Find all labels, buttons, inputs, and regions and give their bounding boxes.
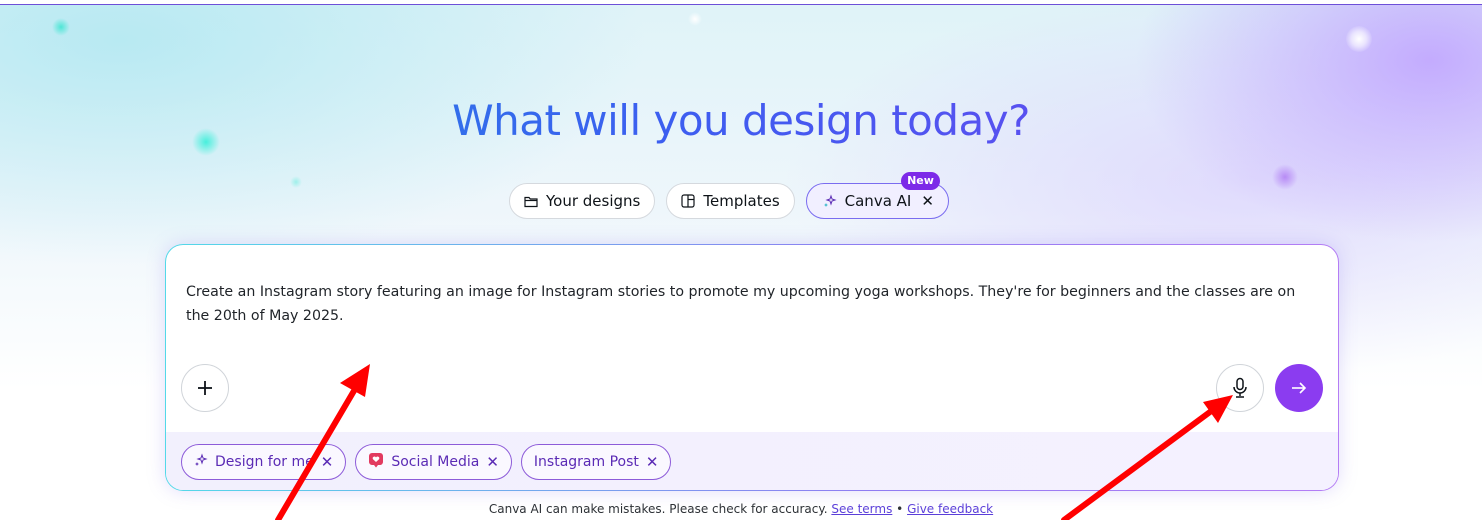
chip-label: Design for me — [215, 454, 314, 470]
sparkle-decoration — [290, 176, 302, 188]
tab-label: Templates — [703, 192, 780, 210]
give-feedback-link[interactable]: Give feedback — [907, 502, 993, 516]
chip-list: Design for me ✕ Social Media ✕ Instagram… — [181, 444, 672, 480]
close-icon[interactable]: ✕ — [486, 453, 499, 471]
prompt-input[interactable]: Create an Instagram story featuring an i… — [186, 280, 1316, 328]
prompt-card: Create an Instagram story featuring an i… — [165, 244, 1339, 491]
sparkle-icon — [823, 194, 837, 208]
sparkle-decoration — [52, 18, 70, 36]
heart-chat-icon — [368, 452, 384, 472]
template-icon — [681, 194, 695, 208]
chip-label: Social Media — [391, 454, 480, 470]
tab-canva-ai[interactable]: New Canva AI ✕ — [805, 172, 949, 219]
chip-design-for-me[interactable]: Design for me ✕ — [181, 444, 347, 480]
tab-your-designs[interactable]: Your designs — [509, 183, 656, 219]
tab-templates[interactable]: Templates — [666, 183, 795, 219]
close-icon[interactable]: ✕ — [321, 453, 334, 471]
plus-icon — [198, 381, 212, 395]
see-terms-link[interactable]: See terms — [831, 502, 892, 516]
sparkle-icon — [194, 453, 208, 471]
folder-icon — [524, 194, 538, 208]
close-icon[interactable]: ✕ — [646, 453, 659, 471]
top-divider — [0, 0, 1482, 5]
separator: • — [896, 502, 904, 516]
chip-label: Instagram Post — [533, 454, 639, 470]
new-badge: New — [901, 172, 940, 190]
tab-label: Canva AI — [844, 192, 912, 210]
sparkle-decoration — [688, 12, 702, 26]
microphone-button[interactable] — [1216, 364, 1264, 412]
sparkle-decoration — [1272, 164, 1298, 190]
close-icon[interactable]: ✕ — [921, 192, 934, 210]
microphone-icon — [1233, 377, 1247, 398]
chip-social-media[interactable]: Social Media ✕ — [355, 444, 512, 480]
mode-tabs: Your designs Templates New Canva AI ✕ — [509, 172, 949, 219]
chip-instagram-post[interactable]: Instagram Post ✕ — [520, 444, 672, 480]
tab-label: Your designs — [546, 192, 641, 210]
page-title: What will you design today? — [0, 96, 1482, 145]
sparkle-decoration — [1346, 26, 1372, 52]
chips-bar: Design for me ✕ Social Media ✕ Instagram… — [166, 432, 1338, 490]
disclaimer-text: Canva AI can make mistakes. Please check… — [488, 502, 828, 516]
disclaimer: Canva AI can make mistakes. Please check… — [0, 502, 1482, 516]
send-button[interactable] — [1275, 364, 1323, 412]
arrow-right-icon — [1292, 382, 1307, 394]
add-button[interactable] — [181, 364, 229, 412]
